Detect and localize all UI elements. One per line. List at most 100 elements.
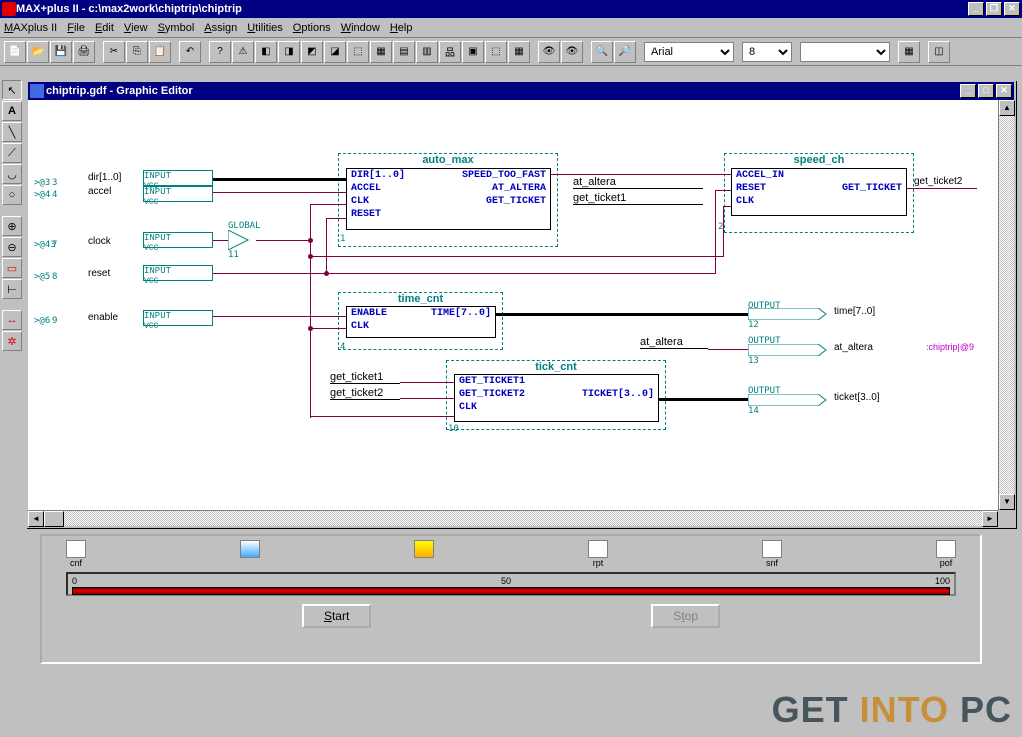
menu-options[interactable]: Options [293,22,331,34]
cut-button[interactable]: ✂ [103,41,125,63]
app-icon [2,2,16,16]
scroll-thumb[interactable] [44,511,64,527]
time-cnt-block[interactable]: ENABLE TIME[7..0] CLK [346,306,496,338]
hscrollbar[interactable]: ◄ ► [28,510,998,526]
junction [308,254,313,259]
wire [310,416,454,417]
menu-file[interactable]: File [67,22,85,34]
tool-button-1[interactable]: ◧ [255,41,277,63]
wire [310,328,346,329]
tool-button-17[interactable]: ▦ [898,41,920,63]
circle-tool[interactable]: ○ [2,185,22,205]
menu-help[interactable]: Help [390,22,413,34]
tick-cnt-block[interactable]: GET_TICKET1 GET_TICKET2 TICKET[3..0] CLK [454,374,659,422]
help-button[interactable]: ? [209,41,231,63]
progress-max: 100 [935,576,950,586]
new-button[interactable]: 📄 [4,41,26,63]
arc-tool[interactable]: ◡ [2,164,22,184]
wire [400,398,454,399]
stage-row: cnf rpt snf pof [46,540,976,568]
wire [326,218,327,274]
menu-assign[interactable]: Assign [204,22,237,34]
pointer-tool[interactable]: ↖ [2,80,22,100]
zoom-in-tool[interactable]: ⊕ [2,216,22,236]
text-tool[interactable]: A [2,101,22,121]
stage-pof: pof [936,540,956,568]
connect-tool[interactable]: ⊢ [2,279,22,299]
input-symbol: INPUTVCC [143,186,213,202]
copy-button[interactable]: ⎘ [126,41,148,63]
menu-window[interactable]: Window [341,22,380,34]
menu-utilities[interactable]: Utilities [247,22,282,34]
paste-button[interactable]: 📋 [149,41,171,63]
size-select[interactable]: 8 [742,42,792,62]
print-button[interactable]: 🖨 [73,41,95,63]
speed-ch-block[interactable]: ACCEL_IN RESETGET_TICKET CLK [731,168,907,216]
tool-button-4[interactable]: ◪ [324,41,346,63]
wire [400,382,454,383]
tool-button-8[interactable]: ▥ [416,41,438,63]
tool-button-2[interactable]: ◨ [278,41,300,63]
zoom-out-tool[interactable]: ⊖ [2,237,22,257]
stage-2 [240,540,260,568]
tool-button-15[interactable]: 🔍 [591,41,613,63]
tool-button-7[interactable]: ▤ [393,41,415,63]
maximize-button[interactable]: ❐ [986,2,1002,16]
wire [310,204,311,418]
tool-button-5[interactable]: ⬚ [347,41,369,63]
start-button[interactable]: Start [302,604,371,628]
style-select[interactable] [800,42,890,62]
junction [324,271,329,276]
diag-tool[interactable]: ⟋ [2,143,22,163]
tool-button-14[interactable]: 👁 [561,41,583,63]
hwire-tool[interactable]: ↔ [2,310,22,330]
input-reset: reset [88,268,110,279]
editor-minimize[interactable]: _ [960,84,976,98]
warn-button[interactable]: ⚠ [232,41,254,63]
schematic-canvas[interactable]: >@3 >@4 >@43 >@5 >@6 3 4 7 8 9 dir[1..0]… [28,100,998,510]
wire [723,206,724,257]
scroll-left[interactable]: ◄ [28,511,44,527]
tool-button-10[interactable]: ▣ [462,41,484,63]
open-button[interactable]: 📂 [27,41,49,63]
speed-ch-title: speed_ch [724,153,914,167]
tool-button-11[interactable]: ⬚ [485,41,507,63]
tool-button-16[interactable]: 🔎 [614,41,636,63]
editor-close[interactable]: ✕ [996,84,1012,98]
close-button[interactable]: ✕ [1004,2,1020,16]
wire [326,218,346,219]
auto-max-block[interactable]: DIR[1..0] SPEED_TOO_FAST ACCELAT_ALTERA … [346,168,551,230]
scroll-down[interactable]: ▼ [999,494,1015,510]
save-button[interactable]: 💾 [50,41,72,63]
vscrollbar[interactable]: ▲ ▼ [998,100,1014,510]
menu-maxplus[interactable]: MAXplus II [4,22,57,34]
wire [715,190,716,274]
tool-button-6[interactable]: ▦ [370,41,392,63]
menu-edit[interactable]: Edit [95,22,114,34]
editor-maximize[interactable]: □ [978,84,994,98]
output-ticket: ticket[3..0] [834,392,880,403]
line-tool[interactable]: ╲ [2,122,22,142]
menu-symbol[interactable]: Symbol [158,22,195,34]
output-symbol [748,308,828,320]
wire [496,313,748,316]
tool-button-9[interactable]: 品 [439,41,461,63]
wire [213,178,346,181]
stop-button[interactable]: Stop [651,604,720,628]
fit-tool[interactable]: ▭ [2,258,22,278]
tool-button-3[interactable]: ◩ [301,41,323,63]
scroll-right[interactable]: ► [982,511,998,527]
tool-button-18[interactable]: ◫ [928,41,950,63]
undo-button[interactable]: ↶ [179,41,201,63]
font-select[interactable]: Arial [644,42,734,62]
tool-button-13[interactable]: 👁 [538,41,560,63]
vwire-tool[interactable]: ✲ [2,331,22,351]
scroll-up[interactable]: ▲ [999,100,1015,116]
net-at-altera: at_altera [573,176,703,189]
wire [213,192,346,193]
input-dir: dir[1..0] [88,172,121,183]
tool-button-12[interactable]: ▦ [508,41,530,63]
minimize-button[interactable]: _ [968,2,984,16]
menu-view[interactable]: View [124,22,148,34]
pin-num: 3 [52,178,57,188]
